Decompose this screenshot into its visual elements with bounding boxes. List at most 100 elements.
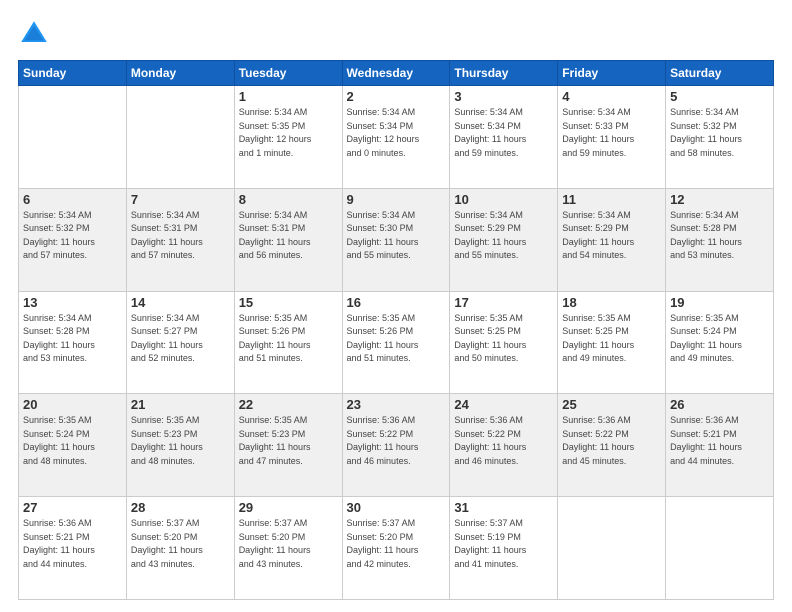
day-info: Sunrise: 5:34 AM Sunset: 5:30 PM Dayligh… [347, 209, 446, 263]
calendar-cell: 26 Sunrise: 5:36 AM Sunset: 5:21 PM Dayli… [666, 394, 774, 497]
weekday-header-friday: Friday [558, 61, 666, 86]
day-info: Sunrise: 5:35 AM Sunset: 5:24 PM Dayligh… [670, 312, 769, 366]
day-info: Sunrise: 5:37 AM Sunset: 5:19 PM Dayligh… [454, 517, 553, 571]
calendar-cell: 9 Sunrise: 5:34 AM Sunset: 5:30 PM Daylig… [342, 188, 450, 291]
day-info: Sunrise: 5:34 AM Sunset: 5:29 PM Dayligh… [562, 209, 661, 263]
day-number: 30 [347, 500, 446, 515]
day-info: Sunrise: 5:37 AM Sunset: 5:20 PM Dayligh… [131, 517, 230, 571]
weekday-header-monday: Monday [126, 61, 234, 86]
calendar-cell: 31 Sunrise: 5:37 AM Sunset: 5:19 PM Dayli… [450, 497, 558, 600]
calendar-week-row-0: 1 Sunrise: 5:34 AM Sunset: 5:35 PM Daylig… [19, 86, 774, 189]
day-info: Sunrise: 5:36 AM Sunset: 5:22 PM Dayligh… [454, 414, 553, 468]
calendar-cell: 15 Sunrise: 5:35 AM Sunset: 5:26 PM Dayli… [234, 291, 342, 394]
day-number: 1 [239, 89, 338, 104]
day-number: 6 [23, 192, 122, 207]
day-info: Sunrise: 5:35 AM Sunset: 5:26 PM Dayligh… [347, 312, 446, 366]
day-number: 22 [239, 397, 338, 412]
calendar-cell [19, 86, 127, 189]
weekday-header-tuesday: Tuesday [234, 61, 342, 86]
weekday-header-thursday: Thursday [450, 61, 558, 86]
weekday-header-row: SundayMondayTuesdayWednesdayThursdayFrid… [19, 61, 774, 86]
day-info: Sunrise: 5:34 AM Sunset: 5:29 PM Dayligh… [454, 209, 553, 263]
day-number: 10 [454, 192, 553, 207]
day-info: Sunrise: 5:34 AM Sunset: 5:35 PM Dayligh… [239, 106, 338, 160]
day-number: 19 [670, 295, 769, 310]
day-info: Sunrise: 5:34 AM Sunset: 5:32 PM Dayligh… [670, 106, 769, 160]
day-number: 17 [454, 295, 553, 310]
calendar-cell: 8 Sunrise: 5:34 AM Sunset: 5:31 PM Daylig… [234, 188, 342, 291]
calendar-cell: 25Sunrise: 5:36 AM Sunset: 5:22 PM Dayli… [558, 394, 666, 497]
day-number: 15 [239, 295, 338, 310]
calendar-table: SundayMondayTuesdayWednesdayThursdayFrid… [18, 60, 774, 600]
calendar-cell: 24Sunrise: 5:36 AM Sunset: 5:22 PM Dayli… [450, 394, 558, 497]
calendar-cell: 23 Sunrise: 5:36 AM Sunset: 5:22 PM Dayli… [342, 394, 450, 497]
day-number: 16 [347, 295, 446, 310]
calendar-cell: 4Sunrise: 5:34 AM Sunset: 5:33 PM Daylig… [558, 86, 666, 189]
day-info: Sunrise: 5:37 AM Sunset: 5:20 PM Dayligh… [239, 517, 338, 571]
calendar-cell: 17 Sunrise: 5:35 AM Sunset: 5:25 PM Dayli… [450, 291, 558, 394]
day-number: 9 [347, 192, 446, 207]
calendar-cell: 18 Sunrise: 5:35 AM Sunset: 5:25 PM Dayli… [558, 291, 666, 394]
day-info: Sunrise: 5:36 AM Sunset: 5:21 PM Dayligh… [670, 414, 769, 468]
day-number: 5 [670, 89, 769, 104]
calendar-cell [126, 86, 234, 189]
calendar-cell: 2 Sunrise: 5:34 AM Sunset: 5:34 PM Daylig… [342, 86, 450, 189]
day-number: 11 [562, 192, 661, 207]
day-number: 12 [670, 192, 769, 207]
day-number: 14 [131, 295, 230, 310]
day-number: 31 [454, 500, 553, 515]
logo [18, 18, 54, 50]
day-number: 23 [347, 397, 446, 412]
header [18, 18, 774, 50]
calendar-cell: 5 Sunrise: 5:34 AM Sunset: 5:32 PM Daylig… [666, 86, 774, 189]
weekday-header-sunday: Sunday [19, 61, 127, 86]
day-info: Sunrise: 5:35 AM Sunset: 5:23 PM Dayligh… [239, 414, 338, 468]
calendar-cell: 21 Sunrise: 5:35 AM Sunset: 5:23 PM Dayli… [126, 394, 234, 497]
calendar-cell: 7Sunrise: 5:34 AM Sunset: 5:31 PM Daylig… [126, 188, 234, 291]
day-info: Sunrise: 5:35 AM Sunset: 5:26 PM Dayligh… [239, 312, 338, 366]
calendar-cell: 19 Sunrise: 5:35 AM Sunset: 5:24 PM Dayli… [666, 291, 774, 394]
day-number: 20 [23, 397, 122, 412]
calendar-cell: 28 Sunrise: 5:37 AM Sunset: 5:20 PM Dayli… [126, 497, 234, 600]
calendar-cell: 1 Sunrise: 5:34 AM Sunset: 5:35 PM Daylig… [234, 86, 342, 189]
calendar-cell [558, 497, 666, 600]
calendar-cell: 20 Sunrise: 5:35 AM Sunset: 5:24 PM Dayli… [19, 394, 127, 497]
calendar-cell: 11 Sunrise: 5:34 AM Sunset: 5:29 PM Dayli… [558, 188, 666, 291]
day-info: Sunrise: 5:34 AM Sunset: 5:34 PM Dayligh… [347, 106, 446, 160]
calendar-week-row-3: 20 Sunrise: 5:35 AM Sunset: 5:24 PM Dayli… [19, 394, 774, 497]
day-info: Sunrise: 5:35 AM Sunset: 5:24 PM Dayligh… [23, 414, 122, 468]
calendar-cell: 6 Sunrise: 5:34 AM Sunset: 5:32 PM Daylig… [19, 188, 127, 291]
day-info: Sunrise: 5:35 AM Sunset: 5:25 PM Dayligh… [454, 312, 553, 366]
logo-icon [18, 18, 50, 50]
day-info: Sunrise: 5:34 AM Sunset: 5:28 PM Dayligh… [23, 312, 122, 366]
day-number: 18 [562, 295, 661, 310]
day-info: Sunrise: 5:34 AM Sunset: 5:28 PM Dayligh… [670, 209, 769, 263]
day-number: 29 [239, 500, 338, 515]
day-info: Sunrise: 5:34 AM Sunset: 5:33 PM Dayligh… [562, 106, 661, 160]
day-info: Sunrise: 5:34 AM Sunset: 5:32 PM Dayligh… [23, 209, 122, 263]
day-number: 26 [670, 397, 769, 412]
calendar-cell: 3 Sunrise: 5:34 AM Sunset: 5:34 PM Daylig… [450, 86, 558, 189]
day-number: 28 [131, 500, 230, 515]
day-number: 21 [131, 397, 230, 412]
calendar-week-row-1: 6 Sunrise: 5:34 AM Sunset: 5:32 PM Daylig… [19, 188, 774, 291]
weekday-header-saturday: Saturday [666, 61, 774, 86]
weekday-header-wednesday: Wednesday [342, 61, 450, 86]
day-info: Sunrise: 5:34 AM Sunset: 5:34 PM Dayligh… [454, 106, 553, 160]
day-info: Sunrise: 5:34 AM Sunset: 5:31 PM Dayligh… [131, 209, 230, 263]
day-info: Sunrise: 5:35 AM Sunset: 5:23 PM Dayligh… [131, 414, 230, 468]
day-info: Sunrise: 5:36 AM Sunset: 5:21 PM Dayligh… [23, 517, 122, 571]
day-info: Sunrise: 5:35 AM Sunset: 5:25 PM Dayligh… [562, 312, 661, 366]
day-number: 3 [454, 89, 553, 104]
calendar-cell: 16 Sunrise: 5:35 AM Sunset: 5:26 PM Dayli… [342, 291, 450, 394]
day-number: 25 [562, 397, 661, 412]
page: SundayMondayTuesdayWednesdayThursdayFrid… [0, 0, 792, 612]
day-info: Sunrise: 5:36 AM Sunset: 5:22 PM Dayligh… [347, 414, 446, 468]
calendar-cell: 30Sunrise: 5:37 AM Sunset: 5:20 PM Dayli… [342, 497, 450, 600]
day-number: 8 [239, 192, 338, 207]
calendar-cell: 12 Sunrise: 5:34 AM Sunset: 5:28 PM Dayli… [666, 188, 774, 291]
day-info: Sunrise: 5:34 AM Sunset: 5:31 PM Dayligh… [239, 209, 338, 263]
day-number: 27 [23, 500, 122, 515]
day-number: 2 [347, 89, 446, 104]
day-info: Sunrise: 5:34 AM Sunset: 5:27 PM Dayligh… [131, 312, 230, 366]
